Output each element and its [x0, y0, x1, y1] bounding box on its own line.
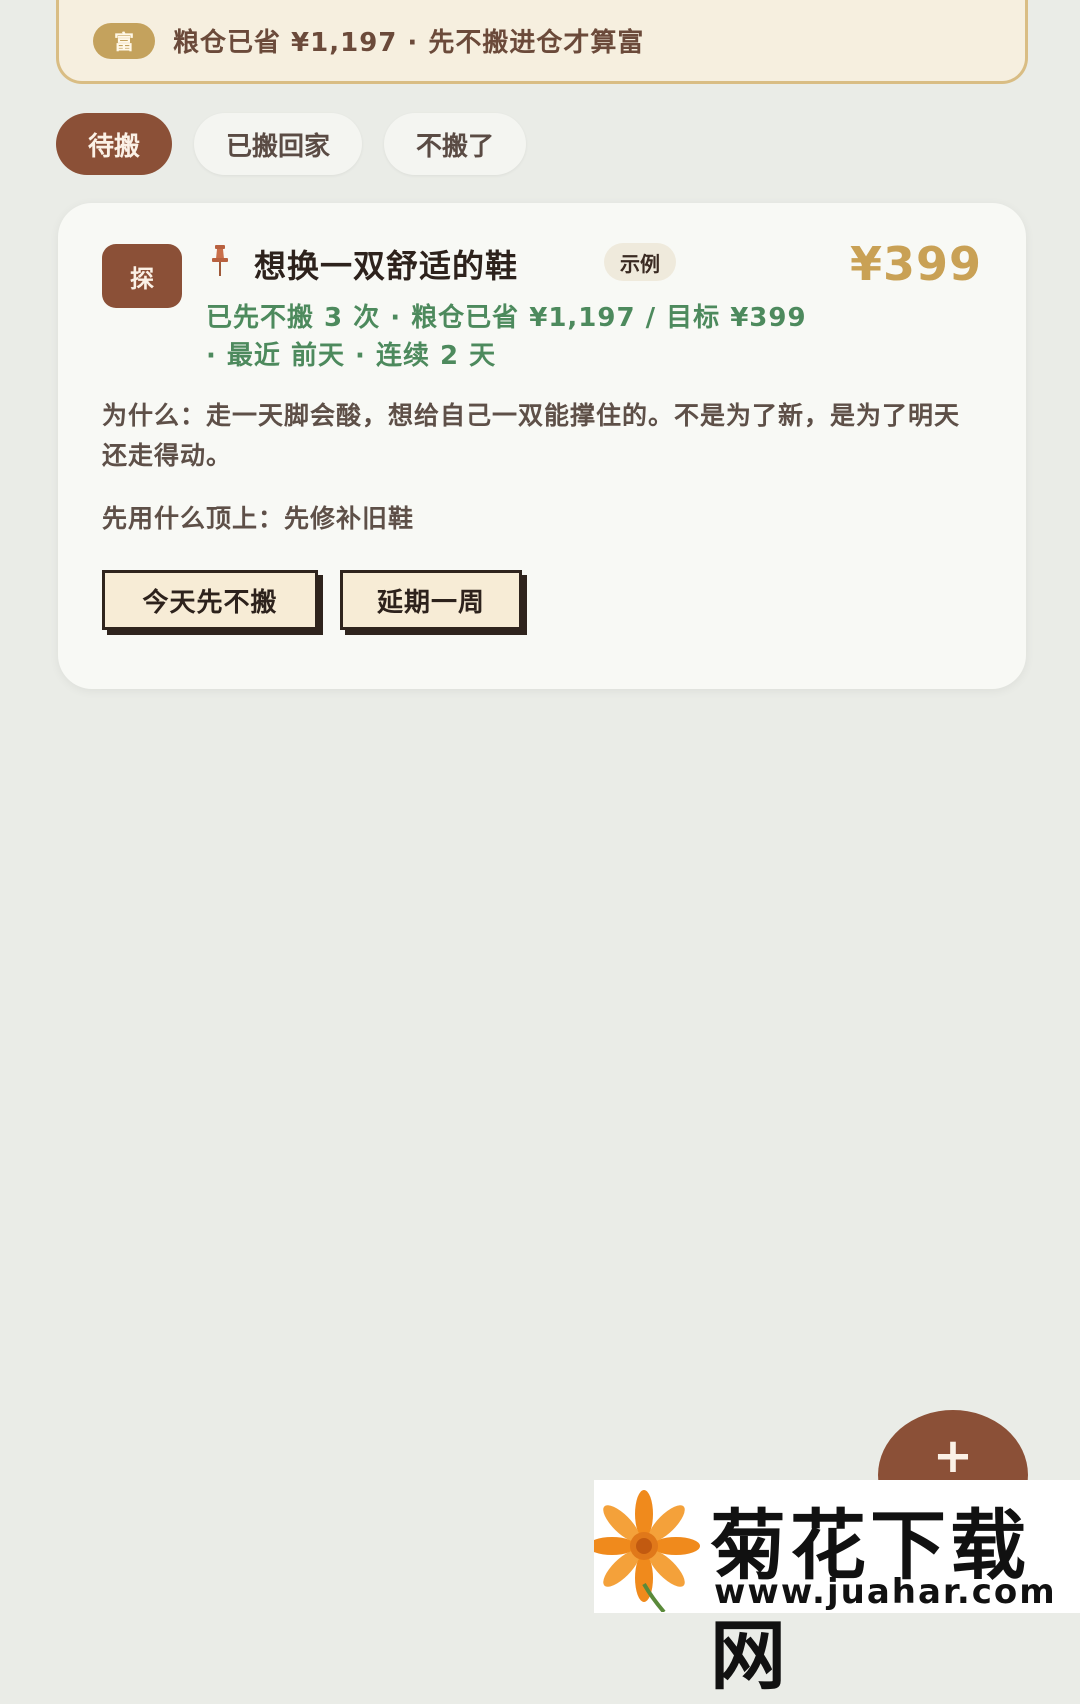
- flower-icon: [594, 1490, 700, 1612]
- savings-banner-text: 粮仓已省 ¥1,197 · 先不搬进仓才算富: [173, 28, 645, 58]
- card-stats: 已先不搬 3 次 · 粮仓已省 ¥1,197 / 目标 ¥399 · 最近 前天…: [206, 303, 807, 371]
- tab-pending[interactable]: 待搬: [56, 113, 173, 175]
- savings-banner: 富 粮仓已省 ¥1,197 · 先不搬进仓才算富: [56, 0, 1028, 84]
- category-avatar: 探: [102, 244, 182, 308]
- tab-abandoned[interactable]: 不搬了: [384, 113, 527, 175]
- status-tabs: 待搬 已搬回家 不搬了: [56, 113, 527, 175]
- rich-badge: 富: [93, 22, 155, 59]
- postpone-week-button[interactable]: 延期一周: [340, 570, 522, 630]
- target-price: ¥399: [849, 237, 982, 291]
- skip-today-button[interactable]: 今天先不搬: [102, 570, 318, 630]
- watermark: 菊花下载网 www.juahar.com: [594, 1480, 1080, 1700]
- pushpin-icon: [212, 245, 228, 276]
- example-tag: 示例: [604, 243, 676, 281]
- card-fallback: 先用什么顶上：先修补旧鞋: [102, 504, 415, 533]
- tab-moved-home[interactable]: 已搬回家: [194, 113, 363, 175]
- watermark-url: www.juahar.com: [714, 1572, 1057, 1612]
- card-reason: 为什么：走一天脚会酸，想给自己一双能撑住的。不是为了新，是为了明天还走得动。: [102, 401, 961, 470]
- card-title: 想换一双舒适的鞋: [254, 247, 519, 285]
- wish-card[interactable]: 探 想换一双舒适的鞋 示例 ¥399 已先不搬 3 次 · 粮仓已省 ¥1,19…: [58, 203, 1026, 689]
